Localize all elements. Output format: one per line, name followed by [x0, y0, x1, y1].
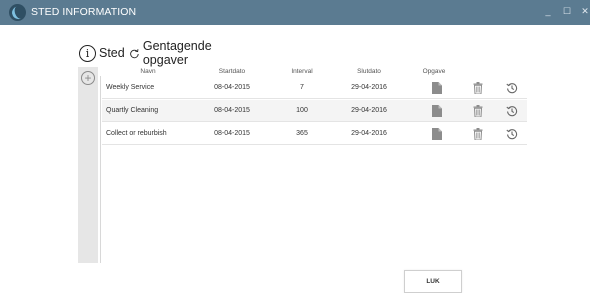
minimize-button[interactable]: _: [541, 4, 555, 18]
history-icon[interactable]: [506, 105, 518, 117]
tab-gentagende-label: Gentagende opgaver: [142, 39, 212, 67]
header-slutdato[interactable]: Slutdato: [334, 68, 404, 75]
document-icon[interactable]: [432, 128, 442, 140]
header-interval[interactable]: Interval: [272, 68, 332, 75]
tab-sted[interactable]: i Sted: [79, 43, 125, 63]
trash-icon[interactable]: [473, 128, 483, 140]
left-sidebar: +: [78, 67, 98, 263]
tab-sted-label: Sted: [99, 46, 125, 60]
title-bar: STED INFORMATION _ ☐ ✕: [0, 0, 590, 25]
window-title: STED INFORMATION: [31, 6, 137, 18]
trash-icon[interactable]: [473, 105, 483, 117]
tab-gentagende-opgaver[interactable]: Gentagende opgaver: [129, 39, 218, 67]
document-icon[interactable]: [432, 105, 442, 117]
cell-navn: Quartly Cleaning: [106, 107, 159, 114]
maximize-button[interactable]: ☐: [560, 4, 574, 18]
history-icon[interactable]: [506, 128, 518, 140]
document-icon[interactable]: [432, 82, 442, 94]
table-row[interactable]: Collect or reburbish 08-04-2015 365 29-0…: [102, 123, 527, 145]
add-icon[interactable]: +: [81, 71, 95, 85]
cell-slutdato: 29-04-2016: [351, 107, 387, 114]
vertical-divider: [100, 76, 101, 263]
info-icon: i: [79, 44, 96, 62]
cell-startdato: 08-04-2015: [214, 107, 250, 114]
luk-button[interactable]: LUK: [404, 270, 462, 293]
refresh-icon: [130, 48, 139, 58]
cell-interval: 100: [296, 107, 308, 114]
table-header: Navn Startdato Interval Slutdato Opgave: [102, 67, 527, 77]
cell-interval: 365: [296, 130, 308, 137]
table-row[interactable]: Quartly Cleaning 08-04-2015 100 29-04-20…: [102, 100, 527, 122]
cell-startdato: 08-04-2015: [214, 130, 250, 137]
cell-navn: Weekly Service: [106, 84, 155, 91]
app-logo-icon: [9, 4, 26, 21]
header-startdato[interactable]: Startdato: [197, 68, 267, 75]
cell-navn: Collect or reburbish: [106, 130, 167, 137]
header-navn[interactable]: Navn: [108, 68, 188, 75]
table-row[interactable]: Weekly Service 08-04-2015 7 29-04-2016: [102, 77, 527, 99]
header-opgave[interactable]: Opgave: [414, 68, 454, 75]
trash-icon[interactable]: [473, 82, 483, 94]
cell-startdato: 08-04-2015: [214, 84, 250, 91]
cell-slutdato: 29-04-2016: [351, 84, 387, 91]
cell-slutdato: 29-04-2016: [351, 130, 387, 137]
cell-interval: 7: [300, 84, 304, 91]
close-window-button[interactable]: ✕: [578, 4, 590, 18]
history-icon[interactable]: [506, 82, 518, 94]
